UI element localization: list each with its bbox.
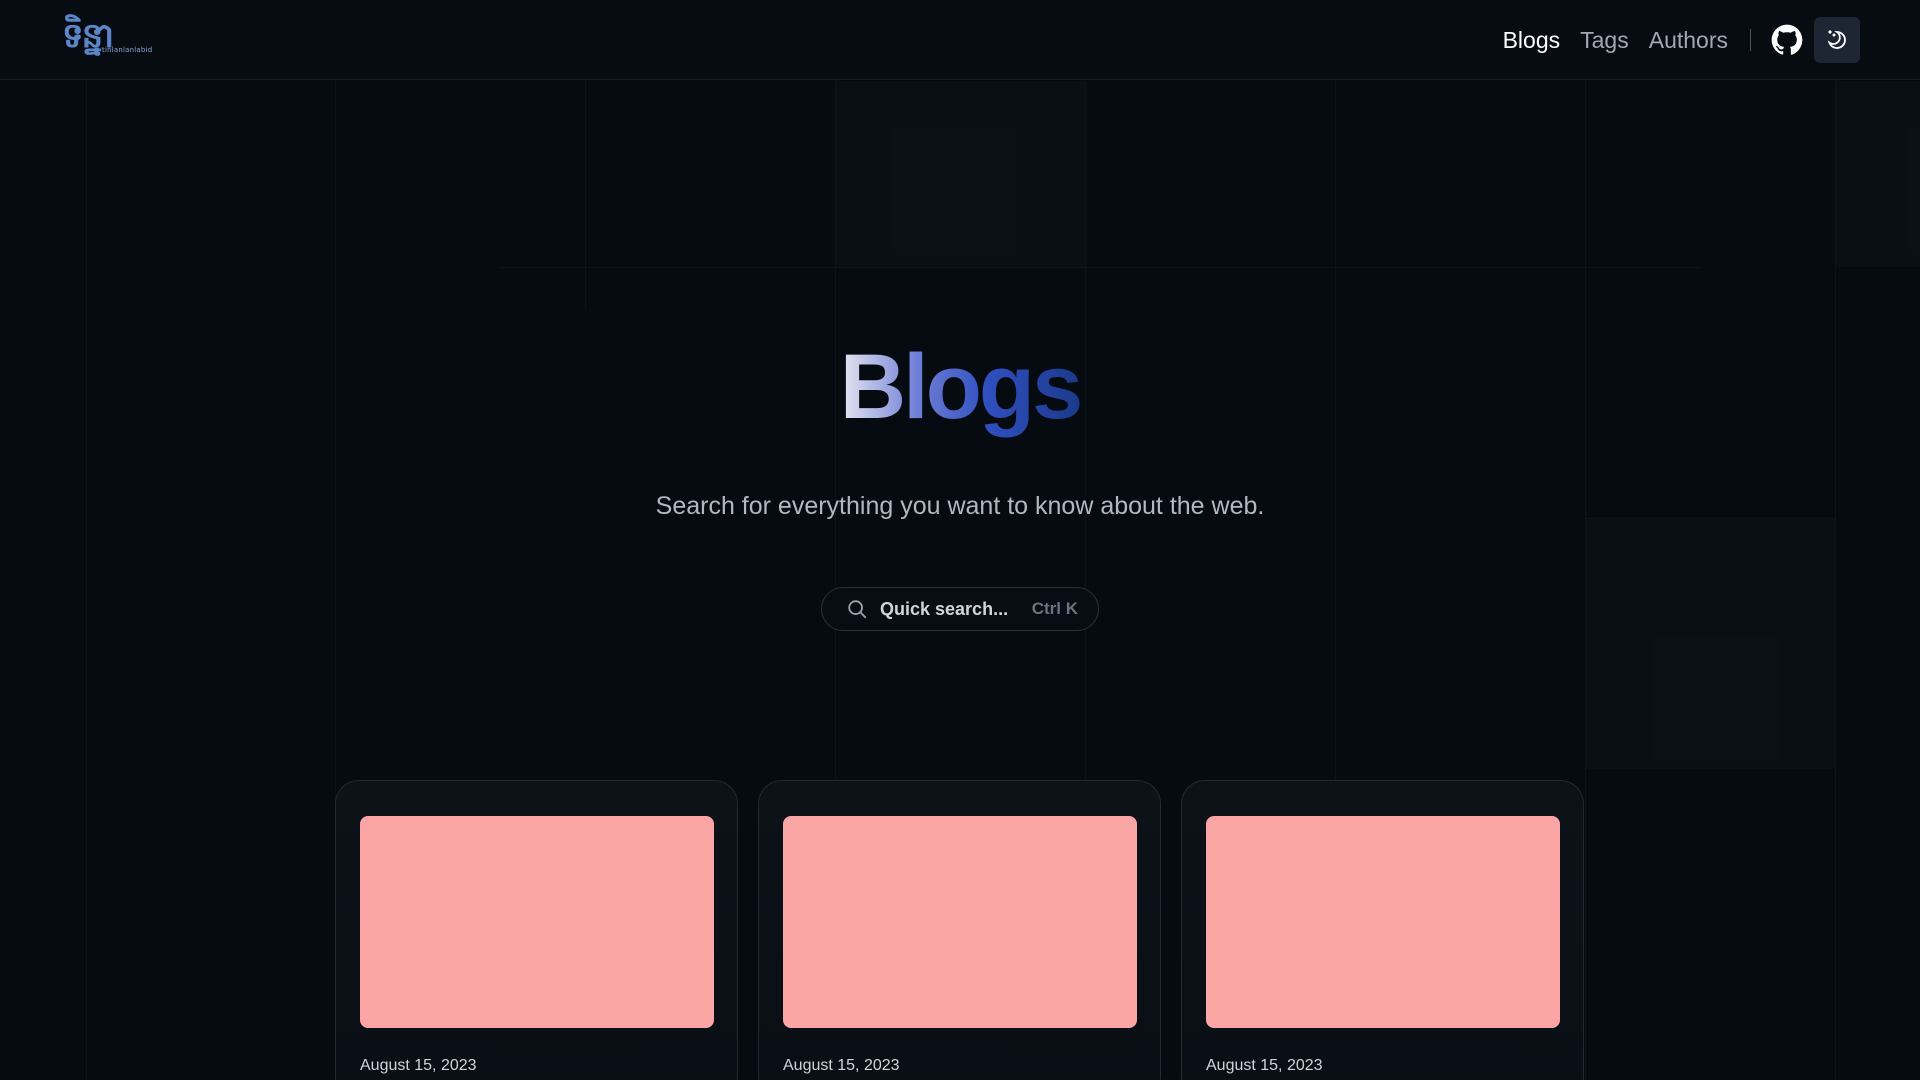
- blog-post-card[interactable]: August 15, 2023: [758, 780, 1161, 1080]
- blog-post-card[interactable]: August 15, 2023: [335, 780, 738, 1080]
- page-title: Blogs: [839, 336, 1084, 438]
- main-nav: Blogs Tags Authors: [1503, 0, 1920, 80]
- search-shortcut-hint: Ctrl K: [1031, 599, 1078, 618]
- post-date: August 15, 2023: [783, 1057, 900, 1074]
- theme-toggle-button[interactable]: [1814, 17, 1860, 63]
- nav-divider: [1750, 29, 1751, 51]
- post-thumbnail[interactable]: [1206, 816, 1560, 1028]
- nav-link-blogs[interactable]: Blogs: [1503, 27, 1561, 54]
- search-placeholder: Quick search...: [880, 598, 1009, 619]
- quick-search-button[interactable]: Quick search... Ctrl K: [821, 587, 1099, 631]
- nav-link-authors[interactable]: Authors: [1649, 27, 1728, 54]
- nav-link-tags[interactable]: Tags: [1580, 27, 1629, 54]
- post-date: August 15, 2023: [360, 1057, 477, 1074]
- search-icon: [848, 600, 867, 619]
- top-navbar: ទិន្នា tinlanlanlabid Blogs Tags Authors: [0, 0, 1920, 80]
- site-logo[interactable]: ទិន្នា tinlanlanlabid: [62, 14, 162, 60]
- post-thumbnail[interactable]: [360, 816, 714, 1028]
- page-subtitle: Search for everything you want to know a…: [655, 492, 1265, 520]
- logo-mark: ទិន្នា: [62, 16, 114, 56]
- blog-post-card[interactable]: August 15, 2023: [1181, 780, 1584, 1080]
- github-icon[interactable]: [1771, 24, 1803, 56]
- blog-post-grid: August 15, 2023 August 15, 2023 August 1…: [335, 780, 1585, 1080]
- logo-subtext: tinlanlanlabid: [102, 46, 153, 54]
- post-thumbnail[interactable]: [783, 816, 1137, 1028]
- moon-sun-icon: [1827, 30, 1846, 49]
- post-date: August 15, 2023: [1206, 1057, 1323, 1074]
